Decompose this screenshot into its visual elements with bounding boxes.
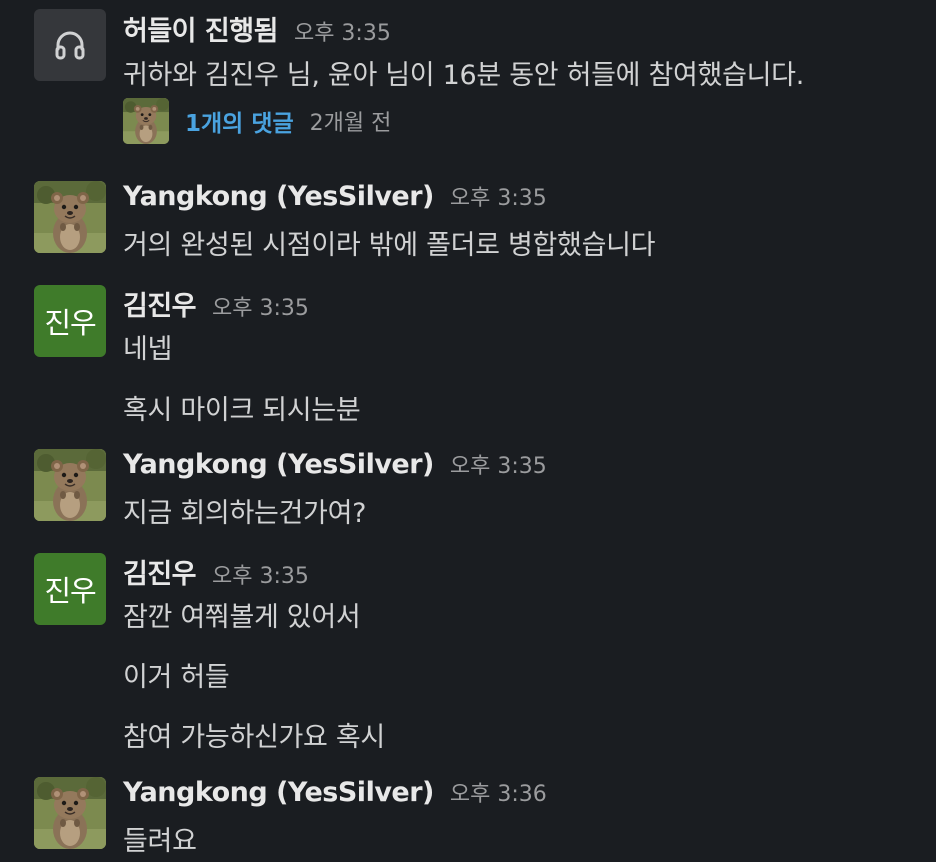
message-text: 혹시 마이크 되시는분 (123, 395, 361, 426)
message-text: 잠깐 여쭤볼게 있어서 (123, 602, 361, 633)
message-text: 네넵 (123, 334, 173, 365)
sender-name[interactable]: Yangkong (YesSilver) (123, 449, 434, 480)
avatar (123, 98, 169, 144)
message-text: 귀하와 김진우 님, 윤아 님이 16분 동안 허들에 참여했습니다. (123, 60, 805, 91)
avatar[interactable]: 진우 (34, 285, 106, 357)
last-reply-time: 2개월 전 (309, 111, 392, 136)
avatar[interactable] (34, 181, 106, 253)
sender-name[interactable]: Yangkong (YesSilver) (123, 777, 434, 808)
message-text: 지금 회의하는건가여? (123, 498, 367, 529)
avatar[interactable] (34, 777, 106, 849)
timestamp[interactable]: 오후 3:36 (450, 776, 547, 808)
message-text: 참여 가능하신가요 혹시 (123, 722, 385, 753)
avatar[interactable]: 진우 (34, 553, 106, 625)
timestamp[interactable]: 오후 3:35 (294, 15, 391, 47)
timestamp[interactable]: 오후 3:35 (450, 448, 547, 480)
sender-name[interactable]: Yangkong (YesSilver) (123, 181, 434, 212)
message-feed: 허들이 진행됨 오후 3:35 귀하와 김진우 님, 윤아 님이 16분 동안 … (0, 0, 936, 862)
huddle-title: 허들이 진행됨 (123, 16, 278, 47)
sender-name[interactable]: 김진우 (123, 284, 197, 323)
huddle-avatar (34, 9, 106, 81)
timestamp[interactable]: 오후 3:35 (212, 290, 309, 322)
headphones-icon (55, 31, 85, 60)
thread-summary[interactable]: 1개의 댓글 2개월 전 (123, 98, 391, 144)
sender-name[interactable]: 김진우 (123, 552, 197, 591)
timestamp[interactable]: 오후 3:35 (450, 180, 547, 212)
timestamp[interactable]: 오후 3:35 (212, 558, 309, 590)
avatar[interactable] (34, 449, 106, 521)
message-text: 이거 허들 (123, 662, 230, 693)
message-text: 거의 완성된 시점이라 밖에 폴더로 병합했습니다 (123, 230, 656, 261)
reply-count-link[interactable]: 1개의 댓글 (185, 104, 294, 138)
huddle-message: 허들이 진행됨 오후 3:35 귀하와 김진우 님, 윤아 님이 16분 동안 … (0, 0, 936, 170)
message-text: 들려요 (123, 826, 197, 857)
